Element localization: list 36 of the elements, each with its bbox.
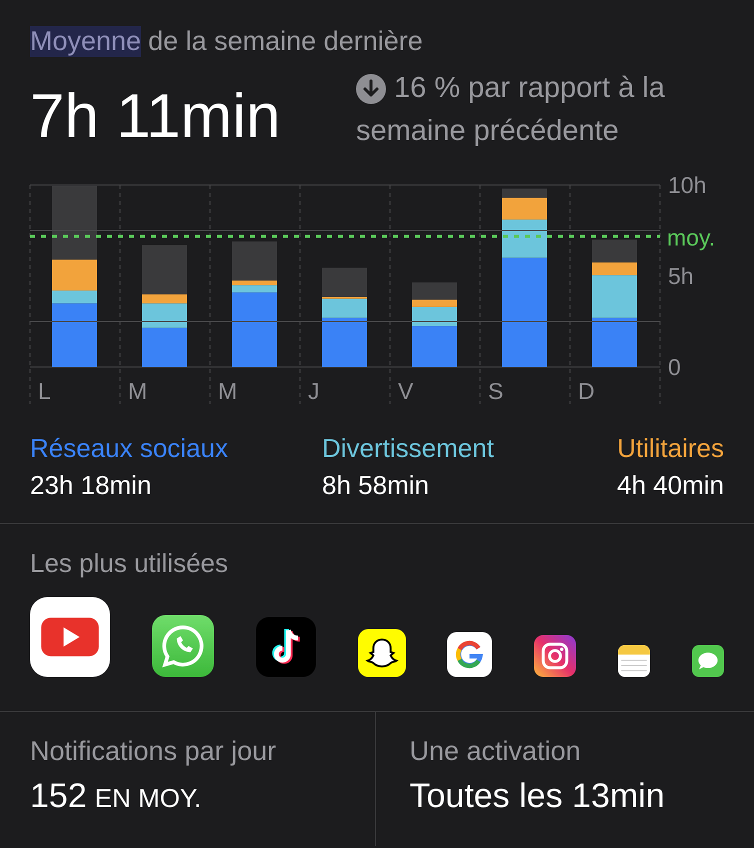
music-note-icon[interactable] — [256, 617, 316, 677]
stat-value: Toutes les 13min — [410, 777, 665, 816]
day-label: M — [218, 378, 238, 404]
category-time: 8h 58min — [322, 470, 430, 501]
category-name: Réseaux sociaux — [30, 433, 229, 464]
ghost-icon[interactable] — [358, 629, 406, 677]
stat-unit: EN MOY. — [94, 783, 202, 814]
g-letter-icon[interactable] — [447, 632, 492, 677]
camera-icon[interactable] — [534, 635, 576, 677]
average-label: moy. — [667, 224, 716, 250]
stat-value: 152 — [30, 777, 87, 816]
heading-text: de la semaine dernière — [148, 26, 423, 57]
comparison-text: semaine précédente — [356, 114, 619, 149]
average-time: 7h 11min — [30, 81, 280, 153]
play-button-icon[interactable] — [30, 597, 110, 677]
day-label: L — [38, 378, 51, 404]
category-time: 4h 40min — [617, 470, 724, 501]
phone-bubble-icon[interactable] — [152, 615, 214, 677]
axis-label: 5h — [668, 263, 694, 289]
axis-label: 10h — [668, 172, 706, 198]
day-label: D — [578, 378, 595, 404]
chat-bubble-icon[interactable] — [692, 645, 724, 677]
comparison-text: 16 % par rapport à la — [394, 71, 665, 106]
day-label: M — [128, 378, 148, 404]
category-name: Utilitaires — [617, 433, 724, 464]
stat-label: Notifications par jour — [30, 736, 278, 767]
axis-label: 0 — [668, 354, 681, 380]
day-label: J — [308, 378, 320, 404]
stat-label: Une activation — [410, 736, 582, 767]
category-name: Divertissement — [322, 433, 494, 464]
day-label: V — [398, 378, 414, 404]
category-time: 23h 18min — [30, 470, 152, 501]
notepad-icon[interactable] — [618, 645, 650, 677]
selected-text: Moyenne — [30, 26, 142, 57]
day-label: S — [488, 378, 504, 404]
section-title: Les plus utilisées — [30, 548, 229, 579]
